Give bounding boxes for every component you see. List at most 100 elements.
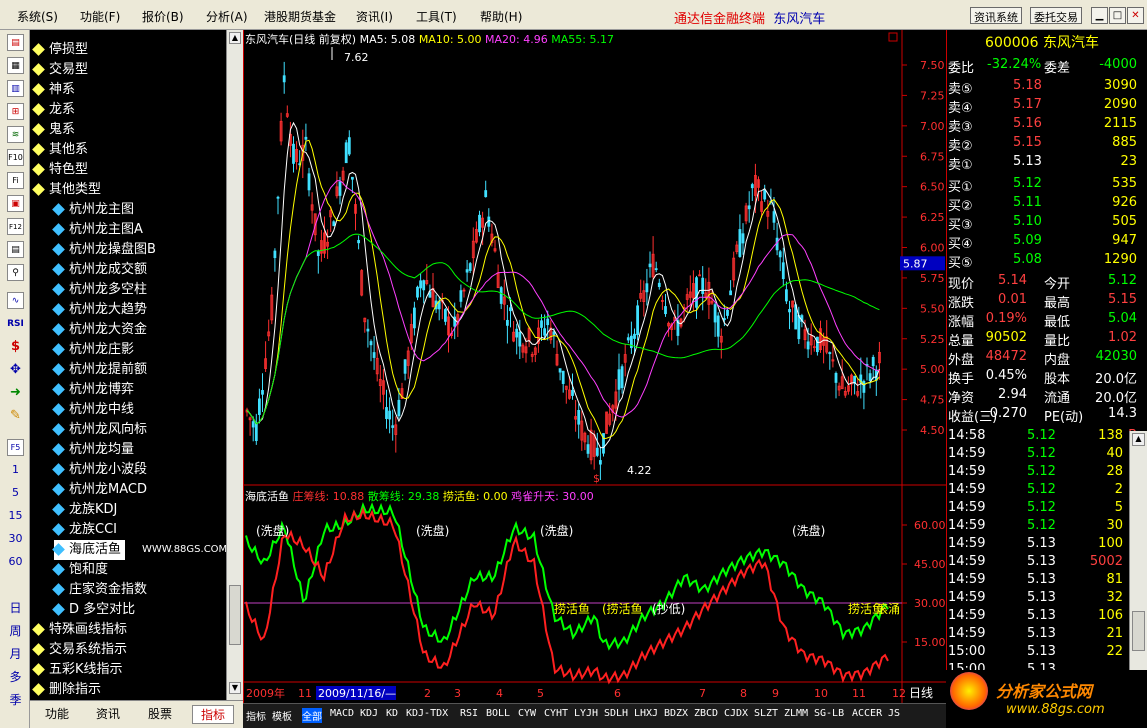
quote-list-icon[interactable]: ▤ <box>7 34 24 51</box>
f10-button[interactable]: F10 <box>7 149 24 166</box>
tree-item[interactable]: 杭州龙风向标 <box>52 420 147 440</box>
search-icon[interactable]: ⚲ <box>7 264 24 281</box>
indicator-tab[interactable]: CYW <box>518 708 536 719</box>
period-1min[interactable]: 1 <box>7 462 24 479</box>
tree-item[interactable]: 龙族CCI <box>52 520 117 540</box>
tree-item[interactable]: 杭州龙中线 <box>52 400 134 420</box>
scroll-up-icon[interactable]: ▲ <box>229 32 241 44</box>
indicator-tab[interactable]: 指标 <box>246 708 266 723</box>
menu-function[interactable]: 功能(F) <box>80 8 120 25</box>
indicator-tab[interactable]: KD <box>386 708 398 719</box>
tree-item[interactable]: 特殊画线指标 <box>32 620 127 640</box>
tree-item[interactable]: 其他系 <box>32 140 88 160</box>
trend-icon[interactable]: ≋ <box>7 126 24 143</box>
period-quarter[interactable]: 季 <box>7 692 24 709</box>
tree-item[interactable]: 庄家资金指数 <box>52 580 147 600</box>
maximize-icon[interactable]: □ <box>1109 7 1126 24</box>
exit-icon[interactable]: ➜ <box>7 385 24 402</box>
tree-scrollbar[interactable]: ▲ ▼ <box>226 30 243 700</box>
tree-item[interactable]: 交易型 <box>32 60 88 80</box>
indicator-tab[interactable]: SLZT <box>754 708 778 719</box>
page-icon[interactable]: ▣ <box>7 195 24 212</box>
wave-icon[interactable]: ∿ <box>7 292 24 309</box>
kline-chart[interactable]: 7.50 7.25 7.00 6.75 6.50 6.25 6.00 5.75 5.50 5.25… <box>243 30 947 703</box>
scroll-thumb[interactable] <box>229 585 241 645</box>
tree-item[interactable]: 杭州龙成交额 <box>52 260 147 280</box>
period-day[interactable]: 日 <box>7 600 24 617</box>
period-5min[interactable]: 5 <box>7 485 24 502</box>
indicator-tab[interactable]: 模板 <box>272 708 292 723</box>
table-icon[interactable]: ▤ <box>7 241 24 258</box>
indicator-tab[interactable]: SG-LB <box>814 708 844 719</box>
tree-item[interactable]: 特色型 <box>32 160 88 180</box>
indicator-tab[interactable]: BDZX <box>664 708 688 719</box>
grid-icon[interactable]: ▦ <box>7 57 24 74</box>
period-60min[interactable]: 60 <box>7 554 24 571</box>
tree-item[interactable]: 交易系统指示 <box>32 640 127 660</box>
indicator-tab[interactable]: ZBCD <box>694 708 718 719</box>
indicator-tab[interactable]: JS <box>888 708 900 719</box>
tick-scroll-up-icon[interactable]: ▲ <box>1132 433 1145 446</box>
menu-system[interactable]: 系统(S) <box>17 8 58 25</box>
tree-item[interactable]: 神系 <box>32 80 75 100</box>
period-week[interactable]: 周 <box>7 623 24 640</box>
tree-item[interactable]: 龙系 <box>32 100 75 120</box>
menu-tools[interactable]: 工具(T) <box>416 8 457 25</box>
dollar-button[interactable]: $ <box>7 339 24 356</box>
tree-item[interactable]: 五彩K线指示 <box>32 660 123 680</box>
tree-item[interactable]: 鬼系 <box>32 120 75 140</box>
tab-function[interactable]: 功能 <box>45 705 69 722</box>
scroll-down-icon[interactable]: ▼ <box>229 682 241 694</box>
tree-item[interactable]: 饱和度 <box>52 560 108 580</box>
menu-quote[interactable]: 报价(B) <box>142 8 184 25</box>
indicator-tab[interactable]: BOLL <box>486 708 510 719</box>
bar-chart-icon[interactable]: ▥ <box>7 80 24 97</box>
tab-stock[interactable]: 股票 <box>148 705 172 722</box>
period-multi[interactable]: 多 <box>7 669 24 686</box>
tree-item[interactable]: 海底活鱼 <box>52 540 126 560</box>
minimize-icon[interactable]: ▁ <box>1091 7 1108 24</box>
menu-info[interactable]: 资讯(I) <box>356 8 393 25</box>
menu-analysis[interactable]: 分析(A) <box>206 8 248 25</box>
tree-item[interactable]: 杭州龙博弈 <box>52 380 134 400</box>
trade-button[interactable]: 委托交易 <box>1030 7 1082 24</box>
tab-info[interactable]: 资讯 <box>96 705 120 722</box>
indicator-tab[interactable]: ACCER <box>852 708 882 719</box>
period-15min[interactable]: 15 <box>7 508 24 525</box>
tree-item[interactable]: 杭州龙均量 <box>52 440 134 460</box>
tree-item[interactable]: 杭州龙小波段 <box>52 460 147 480</box>
indicator-tab[interactable]: RSI <box>460 708 478 719</box>
menu-hk-futures[interactable]: 港股期货基金 <box>264 8 336 25</box>
tree-item[interactable]: 杭州龙大趋势 <box>52 300 147 320</box>
indicator-tab[interactable]: KDJ <box>360 708 378 719</box>
indicator-tab[interactable]: 全部 <box>302 708 322 723</box>
indicator-tab[interactable]: MACD <box>330 708 354 719</box>
tree-item[interactable]: 杭州龙提前额 <box>52 360 147 380</box>
indicator-tab[interactable]: CJDX <box>724 708 748 719</box>
tree-item[interactable]: 杭州龙MACD <box>52 480 147 500</box>
f5-button[interactable]: F5 <box>7 439 24 456</box>
f12-button[interactable]: F12 <box>7 218 24 235</box>
indicator-tab[interactable]: LHXJ <box>634 708 658 719</box>
tick-scroll-thumb[interactable] <box>1132 611 1145 651</box>
tree-item[interactable]: 停损型 <box>32 40 88 60</box>
tree-item[interactable]: 杭州龙大资金 <box>52 320 147 340</box>
kline-icon[interactable]: ⊞ <box>7 103 24 120</box>
tree-item[interactable]: 其他类型 <box>32 180 101 200</box>
tree-item[interactable]: 杭州龙主图A <box>52 220 143 240</box>
indicator-tab[interactable]: KDJ-TDX <box>406 708 448 719</box>
pencil-icon[interactable]: ✎ <box>7 408 24 425</box>
rsi-button[interactable]: RSI <box>7 316 24 333</box>
tree-item[interactable]: 杭州龙多空柱 <box>52 280 147 300</box>
tab-indicator[interactable]: 指标 <box>192 705 235 724</box>
close-icon[interactable]: ✕ <box>1127 7 1144 24</box>
info-system-button[interactable]: 资讯系统 <box>970 7 1022 24</box>
tree-item[interactable]: D 多空对比 <box>52 600 135 620</box>
tree-item[interactable]: 杭州龙操盘图B <box>52 240 156 260</box>
indicator-tab[interactable]: SDLH <box>604 708 628 719</box>
tree-item[interactable]: 杭州龙主图 <box>52 200 134 220</box>
move-icon[interactable]: ✥ <box>7 362 24 379</box>
period-month[interactable]: 月 <box>7 646 24 663</box>
tree-item[interactable]: 龙族KDJ <box>52 500 117 520</box>
menu-help[interactable]: 帮助(H) <box>480 8 522 25</box>
